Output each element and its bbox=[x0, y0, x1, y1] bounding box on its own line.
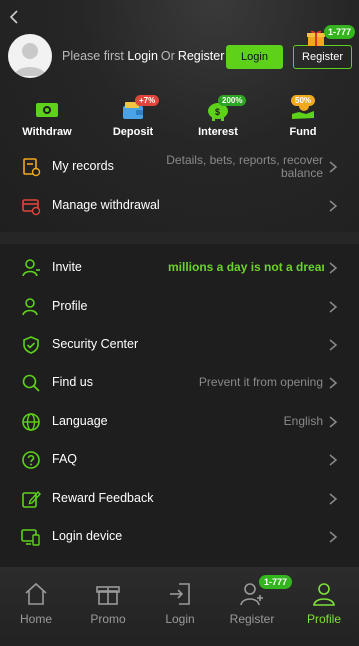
prompt-login-link[interactable]: Login bbox=[127, 49, 158, 63]
register-bonus-badge: 1-777 bbox=[324, 25, 356, 39]
fund-label: Fund bbox=[289, 126, 317, 138]
deposit-label: Deposit bbox=[112, 126, 154, 138]
fund-action[interactable]: 50% Fund bbox=[268, 95, 338, 145]
edit-icon bbox=[22, 490, 41, 508]
withdraw-action[interactable]: Withdraw bbox=[12, 95, 82, 145]
find-us-description: Prevent it from opening bbox=[198, 375, 323, 389]
security-center-row[interactable]: Security Center bbox=[0, 326, 359, 364]
language-label: Language bbox=[52, 414, 108, 428]
chevron-right-icon bbox=[329, 416, 338, 428]
chevron-right-icon bbox=[329, 301, 338, 313]
find-us-row[interactable]: Find us Prevent it from opening bbox=[0, 364, 359, 402]
profile-user-icon bbox=[22, 298, 38, 316]
prompt-register-link[interactable]: Register bbox=[178, 49, 225, 63]
invite-user-icon bbox=[22, 259, 40, 277]
my-records-description: Details, bets, reports, recover balance bbox=[166, 153, 323, 180]
chevron-right-icon bbox=[329, 531, 338, 543]
withdrawal-card-icon bbox=[22, 199, 41, 216]
prompt-or: Or bbox=[160, 49, 175, 63]
invite-marquee-text: Earn millions a day is not a dream bbox=[168, 260, 324, 274]
chevron-right-icon bbox=[329, 454, 338, 466]
find-us-label: Find us bbox=[52, 375, 93, 389]
faq-label: FAQ bbox=[52, 452, 78, 466]
deposit-action[interactable]: +7% Deposit bbox=[98, 95, 168, 145]
language-value: English bbox=[283, 414, 323, 428]
withdraw-icon bbox=[36, 103, 58, 117]
nav-home-label: Home bbox=[19, 612, 52, 626]
chevron-right-icon bbox=[329, 493, 338, 505]
register-button[interactable]: Register bbox=[293, 45, 352, 69]
interest-action[interactable]: $ 200% Interest bbox=[183, 95, 253, 145]
nav-register-badge: 1-777 bbox=[259, 575, 293, 589]
invite-marquee: Earn millions a day is not a dream bbox=[168, 260, 324, 276]
my-records-row[interactable]: My records Details, bets, reports, recov… bbox=[0, 148, 359, 186]
invite-label: Invite bbox=[52, 260, 82, 274]
manage-withdrawal-label: Manage withdrawal bbox=[52, 198, 160, 212]
fund-badge: 50% bbox=[291, 95, 316, 106]
nav-promo[interactable]: Promo bbox=[78, 577, 138, 637]
nav-profile[interactable]: Profile bbox=[294, 577, 354, 637]
search-icon bbox=[22, 374, 40, 392]
reward-feedback-label: Reward Feedback bbox=[52, 491, 154, 505]
login-device-row[interactable]: Login device bbox=[0, 518, 359, 556]
withdraw-label: Withdraw bbox=[22, 126, 72, 138]
shield-check-icon bbox=[23, 336, 39, 354]
chevron-right-icon bbox=[329, 262, 338, 274]
my-records-label: My records bbox=[52, 159, 114, 173]
section-divider bbox=[0, 232, 359, 244]
prompt-prefix: Please first bbox=[62, 49, 124, 63]
language-row[interactable]: Language English bbox=[0, 403, 359, 441]
profile-label: Profile bbox=[52, 299, 88, 313]
deposit-badge: +7% bbox=[135, 95, 160, 106]
help-circle-icon bbox=[22, 451, 40, 469]
manage-withdrawal-row[interactable]: Manage withdrawal bbox=[0, 187, 359, 225]
device-icon bbox=[21, 529, 40, 546]
records-icon bbox=[23, 158, 41, 177]
interest-label: Interest bbox=[198, 126, 238, 138]
reward-feedback-row[interactable]: Reward Feedback bbox=[0, 480, 359, 518]
login-button[interactable]: Login bbox=[226, 45, 283, 69]
chevron-right-icon bbox=[329, 200, 338, 212]
avatar[interactable] bbox=[8, 34, 52, 78]
interest-badge: 200% bbox=[218, 95, 247, 106]
nav-login[interactable]: Login bbox=[150, 577, 210, 637]
faq-row[interactable]: FAQ bbox=[0, 441, 359, 479]
gift-box-icon bbox=[96, 586, 120, 605]
nav-login-label: Login bbox=[165, 612, 195, 626]
security-center-label: Security Center bbox=[52, 337, 139, 351]
nav-profile-label: Profile bbox=[306, 612, 341, 626]
profile-icon bbox=[313, 583, 335, 606]
login-device-label: Login device bbox=[52, 529, 123, 543]
login-door-icon bbox=[170, 583, 190, 605]
profile-row[interactable]: Profile bbox=[0, 288, 359, 326]
nav-promo-label: Promo bbox=[90, 612, 126, 626]
back-arrow-icon[interactable] bbox=[6, 8, 24, 26]
nav-home[interactable]: Home bbox=[6, 577, 66, 637]
svg-text:$: $ bbox=[215, 107, 220, 117]
user-silhouette-icon bbox=[14, 43, 46, 76]
bottom-navigation: Home Promo Login Register Profile bbox=[0, 567, 359, 646]
login-prompt: Please first Login Or Register bbox=[62, 49, 224, 63]
gift-icon bbox=[307, 30, 325, 46]
nav-register-label: Register bbox=[229, 612, 275, 626]
globe-icon bbox=[22, 413, 40, 431]
chevron-right-icon bbox=[329, 339, 338, 351]
chevron-right-icon bbox=[329, 377, 338, 389]
home-icon bbox=[25, 582, 47, 605]
chevron-right-icon bbox=[329, 161, 338, 173]
